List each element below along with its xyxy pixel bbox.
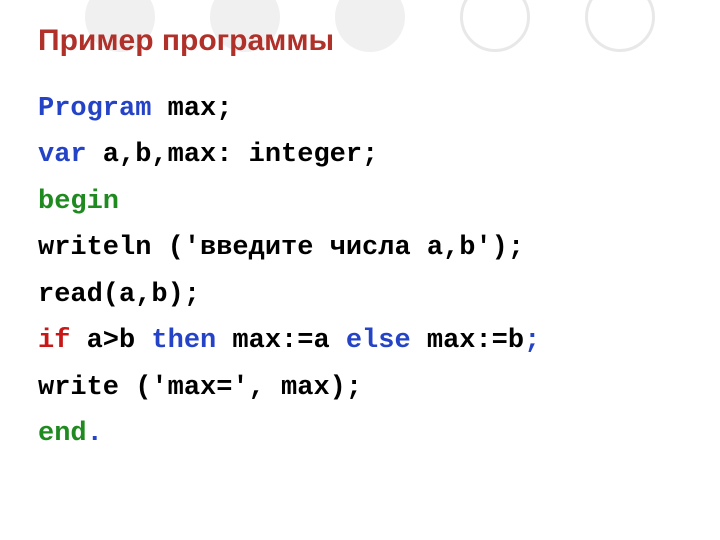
keyword-else: else	[346, 326, 411, 356]
code-text: write ('max=', max);	[38, 373, 362, 403]
code-text: a>b	[70, 326, 151, 356]
code-text: a,b,max: integer;	[87, 140, 379, 170]
keyword-program: Program	[38, 94, 151, 124]
keyword-begin: begin	[38, 187, 119, 217]
keyword-end: end	[38, 419, 87, 449]
slide-content: Пример программы Program max; var a,b,ma…	[0, 0, 720, 458]
keyword-if: if	[38, 326, 70, 356]
code-semicolon: ;	[524, 326, 540, 356]
keyword-then: then	[151, 326, 216, 356]
code-text: max:=b	[411, 326, 524, 356]
code-dot: .	[87, 419, 103, 449]
code-text: max:=a	[216, 326, 346, 356]
page-title: Пример программы	[38, 24, 682, 58]
code-text: read(a,b);	[38, 280, 200, 310]
code-text: writeln ('введите числа a,b');	[38, 233, 524, 263]
keyword-var: var	[38, 140, 87, 170]
code-text: max;	[151, 94, 232, 124]
code-block: Program max; var a,b,max: integer; begin…	[38, 86, 682, 458]
